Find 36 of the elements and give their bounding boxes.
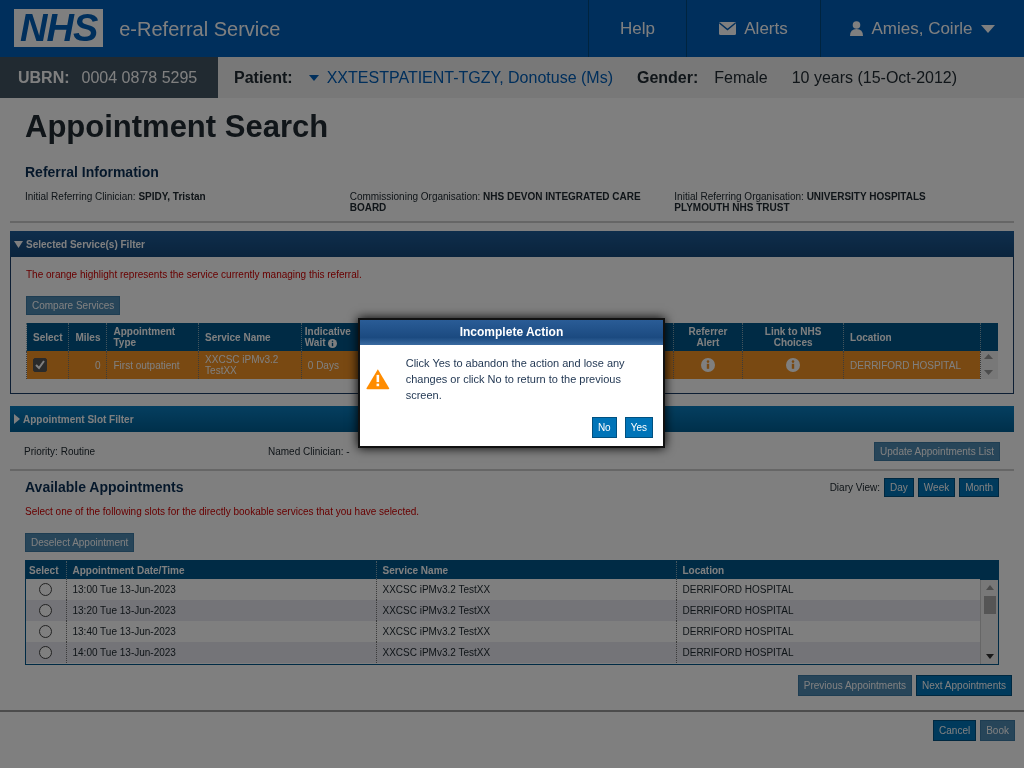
table-cell: 14:00 Tue 13-Jun-2023 [66, 642, 376, 664]
column-header: Location [676, 561, 980, 580]
column-header: Appointment Type [107, 323, 199, 352]
priority-text: Priority: Routine [24, 446, 97, 458]
diary-view-label: Diary View: [829, 482, 880, 494]
column-header: Service Name [198, 323, 302, 352]
column-header: Select [26, 561, 66, 580]
section-title: Referral Information [25, 163, 160, 183]
referral-field: Commissioning Organisation: NHS DEVON INTEGRATED CARE BOARD [349, 191, 675, 214]
referral-field: Initial Referring Clinician: SPIDY, Tristan [25, 191, 350, 214]
table-cell: 0 [68, 351, 107, 380]
column-header: Miles [68, 323, 107, 352]
instruction-text: Select one of the following slots for the directly bookable services that you have selected. [25, 506, 421, 518]
column-header: Appointment Date/Time [66, 561, 376, 580]
column-header: Select [26, 323, 69, 352]
table-cell: XXCSC iPMv3.2 TestXX [376, 642, 676, 664]
info-note: The orange highlight represents the service currently managing this referral. [26, 269, 363, 281]
patient-label: Patient: [234, 67, 293, 88]
gender-value: Female [714, 67, 768, 88]
section-title: Available Appointments [25, 478, 185, 498]
service-name: e-Referral Service [119, 16, 281, 42]
column-header: Location [843, 323, 980, 352]
gender-label: Gender: [636, 67, 699, 88]
table-cell: XXCSC iPMv3.2 TestXX [198, 351, 302, 380]
ubrn-number: 0004 0878 5295 [81, 67, 198, 88]
clinician-text: Named Clinician: - [268, 446, 351, 458]
nhs-logo: NHS [14, 9, 104, 47]
referral-field: Initial Referring Organisation: UNIVERSITY HOSPITALS PLYMOUTH NHS TRUST [674, 191, 999, 214]
column-header: Link to NHS Choices [742, 323, 844, 352]
dialog-title: Incomplete Action [360, 320, 663, 345]
table-cell: First outpatient [107, 351, 199, 380]
column-header: Referrer Alert [673, 323, 743, 352]
ubrn-label: UBRN: [18, 67, 70, 88]
page-title: Appointment Search [25, 110, 330, 145]
column-header: Service Name [376, 561, 676, 580]
patient-age: 10 years (15-Oct-2012) [791, 67, 958, 88]
